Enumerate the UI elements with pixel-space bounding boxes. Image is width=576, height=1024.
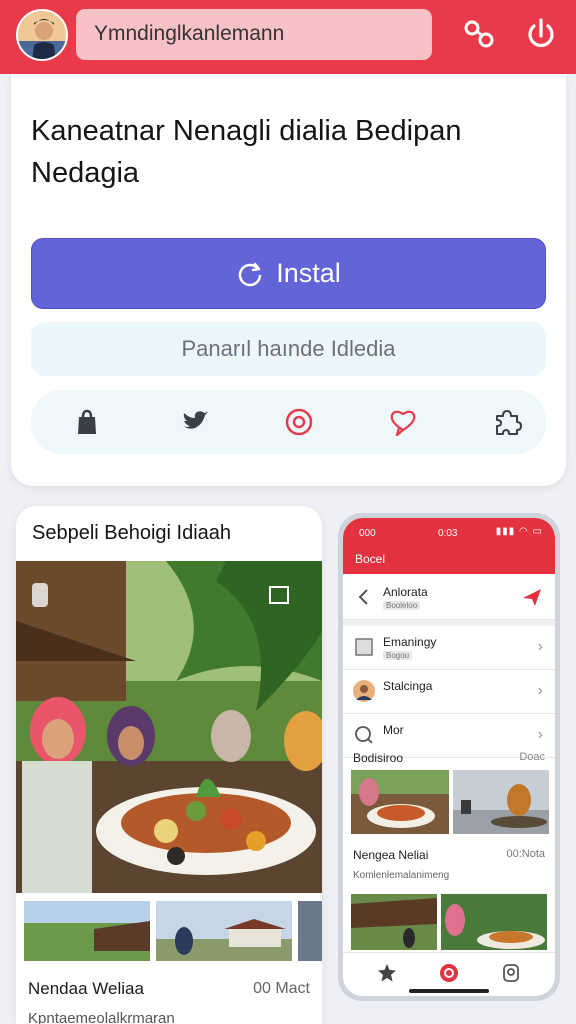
phone-header: Bocel xyxy=(355,552,386,566)
row-sub: Booleloo xyxy=(383,601,421,610)
twitter-icon[interactable] xyxy=(179,406,211,438)
hero-image[interactable] xyxy=(16,561,322,893)
chevron-right-icon: › xyxy=(537,682,543,699)
row-label: Stalcinga xyxy=(383,679,433,693)
phone-screen: 000 0:03 ▮▮▮ ◠ ▭ Bocel Anlorata Booleloo… xyxy=(343,518,555,996)
phone-tab-bar xyxy=(343,952,555,996)
chevron-right-icon: › xyxy=(537,638,543,655)
article-subtitle: Kpntaemeolalkrmaran xyxy=(28,1010,175,1024)
power-icon[interactable] xyxy=(520,14,562,56)
row-label: Anlorata xyxy=(383,585,428,599)
row-label: Emaningy xyxy=(383,635,437,649)
puzzle-icon[interactable] xyxy=(491,406,523,438)
instagram-icon[interactable] xyxy=(283,406,315,438)
heart-chat-icon[interactable] xyxy=(387,406,419,438)
phone-row[interactable]: Anlorata Booleloo xyxy=(343,576,555,620)
top-bar: Ymndinglkanlemann xyxy=(0,0,576,74)
article-card[interactable]: Sebpeli Behoigi Idiaah Nendaa Weliaa 00 … xyxy=(16,506,322,1024)
phone-status-bar: 000 0:03 ▮▮▮ ◠ ▭ Bocel xyxy=(343,518,555,574)
section-more[interactable]: Doac xyxy=(519,751,545,763)
share-row xyxy=(31,390,546,454)
profile-icon[interactable] xyxy=(501,963,521,988)
signal-icon: ▮▮▮ ◠ ▭ xyxy=(495,526,543,537)
phone-caption-meta: 00:Nota xyxy=(506,848,545,860)
phone-caption-sub: Komlenlemalanimeng xyxy=(353,870,450,881)
status-time-left: 000 xyxy=(359,528,376,539)
home-indicator xyxy=(409,989,489,993)
phone-mockup: 000 0:03 ▮▮▮ ◠ ▭ Bocel Anlorata Booleloo… xyxy=(338,513,560,1001)
install-label: Instal xyxy=(276,258,341,288)
article-meta: 00 Mact xyxy=(253,980,310,997)
square-icon xyxy=(353,636,375,658)
phone-image[interactable] xyxy=(351,894,437,950)
install-button[interactable]: Instal xyxy=(31,238,546,309)
secondary-button[interactable]: Panarıl haınde Idledia xyxy=(31,322,546,376)
phone-row[interactable]: Emaningy Bogou › xyxy=(343,626,555,670)
record-icon[interactable] xyxy=(439,963,459,988)
article-caption: Nendaa Weliaa xyxy=(28,979,144,998)
url-bar[interactable]: Ymndinglkanlemann xyxy=(76,9,432,60)
refresh-icon xyxy=(238,262,262,286)
install-card: Kaneatnar Nenagli dialia Bedipan Nedagia… xyxy=(11,74,566,486)
back-chevron-icon[interactable] xyxy=(353,586,375,608)
section-title: Bodisiroo xyxy=(353,751,404,765)
phone-image[interactable] xyxy=(453,770,549,834)
bag-icon[interactable] xyxy=(71,406,103,438)
avatar xyxy=(353,680,375,702)
row-sub: Bogou xyxy=(383,651,413,660)
star-icon[interactable] xyxy=(377,963,397,988)
phone-caption: Nengea Neliai xyxy=(353,848,429,862)
plane-icon[interactable] xyxy=(521,586,543,613)
status-time-mid: 0:03 xyxy=(438,528,458,539)
chevron-right-icon: › xyxy=(537,726,543,743)
search-icon xyxy=(353,724,375,746)
app-title: Kaneatnar Nenagli dialia Bedipan Nedagia xyxy=(31,115,462,189)
avatar[interactable] xyxy=(16,9,68,61)
phone-row[interactable]: Stalcinga › xyxy=(343,670,555,714)
phone-image[interactable] xyxy=(441,894,547,950)
phone-image[interactable] xyxy=(351,770,449,834)
share-icon[interactable] xyxy=(458,14,500,56)
thumbnail-strip[interactable] xyxy=(24,901,322,961)
row-label: Mor xyxy=(383,723,404,737)
article-title: Sebpeli Behoigi Idiaah xyxy=(32,522,232,544)
